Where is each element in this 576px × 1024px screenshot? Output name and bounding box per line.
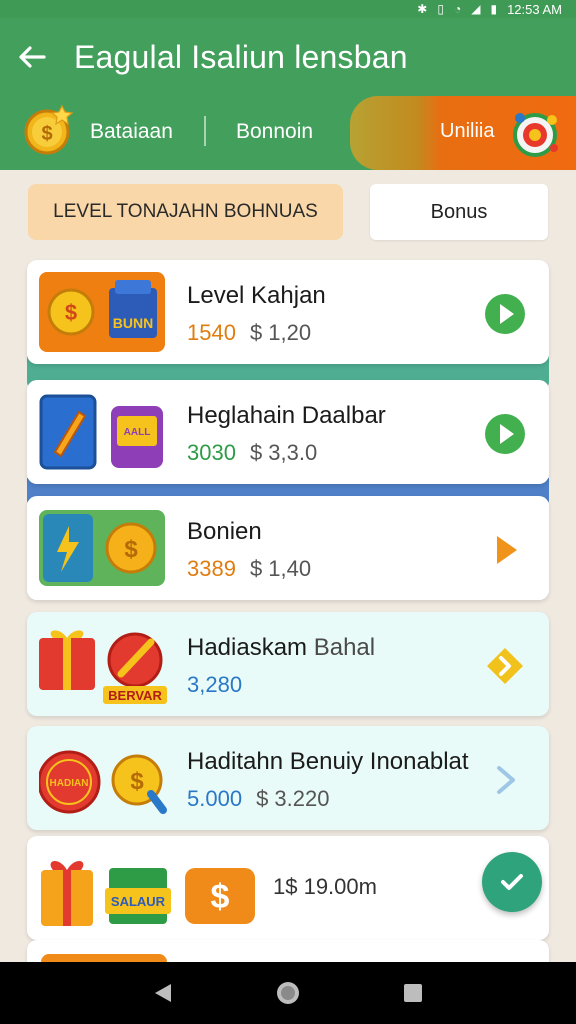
- home-circle-icon: [276, 982, 299, 1004]
- list-item[interactable]: $ BUNN Level Kahjan 1540 $ 1,20: [27, 260, 549, 364]
- tab-divider: [204, 116, 206, 146]
- svg-text:AALL: AALL: [124, 427, 151, 438]
- svg-text:$: $: [130, 768, 144, 795]
- back-triangle-icon: [154, 984, 171, 1002]
- nav-home-button[interactable]: [268, 973, 308, 1013]
- list-item-values: 1$ 19.00m: [273, 874, 377, 899]
- list-item[interactable]: $ Bonien 3389 $ 1,40: [27, 496, 549, 600]
- status-bar: ✱ ▯ ◔ ◢ ▮ 12:53 AM: [0, 0, 576, 18]
- list-item-values: 1540 $ 1,20: [187, 320, 312, 345]
- chevron-right-icon[interactable]: [483, 528, 527, 572]
- gift-box-art-icon: BERVAR: [39, 630, 167, 704]
- svg-text:SALAUR: SALAUR: [111, 894, 166, 909]
- signal-icon: ◢: [471, 2, 481, 16]
- list-item-title: Heglahain Daalbar: [187, 402, 386, 429]
- list-item-values: 3030 $ 3,3.0: [187, 440, 318, 465]
- system-nav-bar: [0, 962, 576, 1024]
- list-item-values: 5.000 $ 3.220: [187, 786, 330, 811]
- svg-text:BERVAR: BERVAR: [108, 688, 162, 703]
- svg-text:HADIAN: HADIAN: [50, 778, 89, 789]
- battery-icon: ▮: [490, 2, 498, 16]
- list-item[interactable]: SALAUR $ 1$ 19.00m: [27, 836, 549, 940]
- play-icon[interactable]: [483, 412, 527, 456]
- vibrate-icon: ▯: [437, 2, 444, 16]
- recents-square-icon: [404, 984, 423, 1002]
- tab-uniliia[interactable]: Uniliia: [440, 120, 494, 143]
- list-item-title: Hadiaskam Bahal: [187, 634, 376, 661]
- confirm-fab-button[interactable]: [482, 852, 542, 912]
- list-item[interactable]: HADIAN $ Haditahn Benuiy Inonablat 5.000…: [27, 726, 549, 830]
- bluetooth-icon: ✱: [417, 2, 428, 16]
- nav-back-button[interactable]: [143, 973, 183, 1013]
- card-pencil-art-icon: AALL: [39, 394, 163, 470]
- svg-text:BUNN: BUNN: [113, 315, 153, 331]
- bonus-bag-art-icon: $ BUNN: [39, 272, 165, 352]
- page-title: Eagulal Isaliun lensban: [74, 38, 408, 75]
- arrow-left-icon: [19, 46, 46, 68]
- chevron-right-icon[interactable]: [483, 758, 527, 802]
- status-time: 12:53 AM: [507, 1, 562, 17]
- svg-text:$: $: [65, 300, 77, 325]
- list-item-title: Bonien: [187, 518, 262, 545]
- list-item[interactable]: AALL Heglahain Daalbar 3030 $ 3,3.0: [27, 380, 549, 484]
- level-filter-chip[interactable]: LEVEL TONAJAHN BOHNUAS: [28, 184, 343, 240]
- list-item-values: 3389 $ 1,40: [187, 556, 312, 581]
- badge-coin-art-icon: HADIAN $: [39, 750, 167, 814]
- app-bar: Eagulal Isaliun lensban: [0, 18, 576, 96]
- list-item[interactable]: BERVAR Hadiaskam Bahal 3,280: [27, 612, 549, 716]
- check-icon: [501, 874, 523, 890]
- svg-text:$: $: [211, 878, 230, 916]
- tab-bataiaan[interactable]: Bataiaan: [90, 120, 173, 144]
- tab-bonnoin[interactable]: Bonnoin: [236, 120, 313, 144]
- bonus-badge-icon: [513, 113, 558, 157]
- svg-text:$: $: [124, 536, 138, 563]
- nav-recents-button[interactable]: [393, 973, 433, 1013]
- play-icon[interactable]: [483, 292, 527, 336]
- back-button[interactable]: [0, 18, 64, 96]
- bonus-filter-button[interactable]: Bonus: [370, 184, 548, 240]
- lightning-coin-art-icon: $: [39, 510, 165, 586]
- gift-cash-art-icon: SALAUR $: [41, 860, 255, 926]
- svg-text:$: $: [41, 123, 52, 145]
- list-item-values: 3,280: [187, 672, 243, 697]
- list-item-title: Level Kahjan: [187, 282, 326, 309]
- coin-icon: $: [24, 104, 74, 155]
- diamond-chevron-icon[interactable]: [483, 644, 527, 688]
- list-item-title: Haditahn Benuiy Inonablat: [187, 748, 469, 775]
- alarm-icon: ◔: [453, 2, 462, 16]
